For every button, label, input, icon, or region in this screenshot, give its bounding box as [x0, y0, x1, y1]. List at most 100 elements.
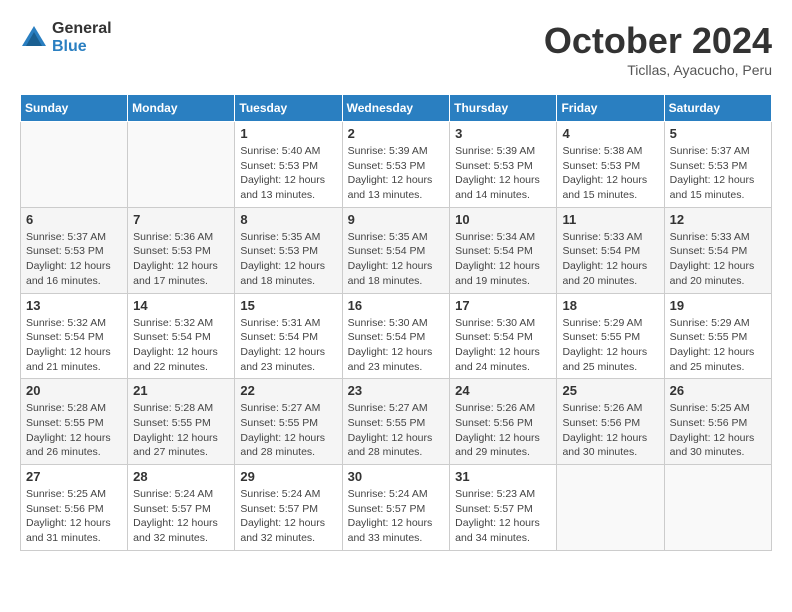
day-number: 14: [133, 298, 229, 313]
day-number: 22: [240, 383, 336, 398]
calendar-cell: 5 Sunrise: 5:37 AMSunset: 5:53 PMDaylight…: [664, 122, 771, 208]
day-info: Sunrise: 5:24 AMSunset: 5:57 PMDaylight:…: [240, 487, 336, 546]
day-info: Sunrise: 5:30 AMSunset: 5:54 PMDaylight:…: [348, 316, 445, 375]
calendar-cell: 20 Sunrise: 5:28 AMSunset: 5:55 PMDayligh…: [21, 379, 128, 465]
day-number: 30: [348, 469, 445, 484]
calendar-cell: 29 Sunrise: 5:24 AMSunset: 5:57 PMDayligh…: [235, 465, 342, 551]
day-number: 20: [26, 383, 122, 398]
day-info: Sunrise: 5:27 AMSunset: 5:55 PMDaylight:…: [240, 401, 336, 460]
day-info: Sunrise: 5:29 AMSunset: 5:55 PMDaylight:…: [670, 316, 766, 375]
day-number: 29: [240, 469, 336, 484]
day-number: 15: [240, 298, 336, 313]
day-number: 8: [240, 212, 336, 227]
day-info: Sunrise: 5:32 AMSunset: 5:54 PMDaylight:…: [133, 316, 229, 375]
logo-general: General: [52, 20, 112, 38]
day-info: Sunrise: 5:37 AMSunset: 5:53 PMDaylight:…: [26, 230, 122, 289]
calendar-cell: 3Sunrise: 5:39 AMSunset: 5:53 PMDaylight…: [450, 122, 557, 208]
day-info: Sunrise: 5:24 AMSunset: 5:57 PMDaylight:…: [348, 487, 445, 546]
day-info: Sunrise: 5:23 AMSunset: 5:57 PMDaylight:…: [455, 487, 551, 546]
day-info: Sunrise: 5:33 AMSunset: 5:54 PMDaylight:…: [670, 230, 766, 289]
day-info: Sunrise: 5:24 AMSunset: 5:57 PMDaylight:…: [133, 487, 229, 546]
calendar-cell: 4 Sunrise: 5:38 AMSunset: 5:53 PMDaylight…: [557, 122, 664, 208]
weekday-header: Friday: [557, 95, 664, 122]
logo-text: General Blue: [52, 20, 112, 55]
day-number: 5: [670, 126, 766, 141]
day-info: Sunrise: 5:28 AMSunset: 5:55 PMDaylight:…: [133, 401, 229, 460]
day-info: Sunrise: 5:39 AMSunset: 5:53 PMDaylight:…: [455, 144, 551, 203]
day-info: Sunrise: 5:39 AMSunset: 5:53 PMDaylight:…: [348, 144, 445, 203]
weekday-header: Monday: [128, 95, 235, 122]
calendar-cell: [128, 122, 235, 208]
calendar-cell: 9Sunrise: 5:35 AMSunset: 5:54 PMDaylight…: [342, 207, 450, 293]
day-number: 4: [562, 126, 658, 141]
weekday-header: Sunday: [21, 95, 128, 122]
day-info: Sunrise: 5:26 AMSunset: 5:56 PMDaylight:…: [562, 401, 658, 460]
day-number: 19: [670, 298, 766, 313]
day-info: Sunrise: 5:34 AMSunset: 5:54 PMDaylight:…: [455, 230, 551, 289]
location: Ticllas, Ayacucho, Peru: [544, 62, 772, 78]
day-number: 28: [133, 469, 229, 484]
logo-icon: [20, 24, 48, 52]
calendar-table: SundayMondayTuesdayWednesdayThursdayFrid…: [20, 94, 772, 551]
calendar-week-row: 20 Sunrise: 5:28 AMSunset: 5:55 PMDayligh…: [21, 379, 772, 465]
month-title: October 2024: [544, 20, 772, 62]
calendar-cell: 25 Sunrise: 5:26 AMSunset: 5:56 PMDayligh…: [557, 379, 664, 465]
day-number: 6: [26, 212, 122, 227]
calendar-cell: 27 Sunrise: 5:25 AMSunset: 5:56 PMDayligh…: [21, 465, 128, 551]
calendar-cell: 24Sunrise: 5:26 AMSunset: 5:56 PMDayligh…: [450, 379, 557, 465]
calendar-cell: [21, 122, 128, 208]
calendar-cell: 1 Sunrise: 5:40 AMSunset: 5:53 PMDaylight…: [235, 122, 342, 208]
day-info: Sunrise: 5:32 AMSunset: 5:54 PMDaylight:…: [26, 316, 122, 375]
day-number: 16: [348, 298, 445, 313]
calendar-cell: 21 Sunrise: 5:28 AMSunset: 5:55 PMDayligh…: [128, 379, 235, 465]
day-info: Sunrise: 5:27 AMSunset: 5:55 PMDaylight:…: [348, 401, 445, 460]
title-block: October 2024 Ticllas, Ayacucho, Peru: [544, 20, 772, 78]
day-number: 1: [240, 126, 336, 141]
calendar-cell: 23 Sunrise: 5:27 AMSunset: 5:55 PMDayligh…: [342, 379, 450, 465]
calendar-cell: 8Sunrise: 5:35 AMSunset: 5:53 PMDaylight…: [235, 207, 342, 293]
weekday-header-row: SundayMondayTuesdayWednesdayThursdayFrid…: [21, 95, 772, 122]
day-number: 23: [348, 383, 445, 398]
calendar-cell: 11Sunrise: 5:33 AMSunset: 5:54 PMDayligh…: [557, 207, 664, 293]
day-number: 26: [670, 383, 766, 398]
day-info: Sunrise: 5:31 AMSunset: 5:54 PMDaylight:…: [240, 316, 336, 375]
page-header: General Blue October 2024 Ticllas, Ayacu…: [20, 20, 772, 78]
day-number: 2: [348, 126, 445, 141]
day-number: 31: [455, 469, 551, 484]
calendar-week-row: 6 Sunrise: 5:37 AMSunset: 5:53 PMDaylight…: [21, 207, 772, 293]
calendar-cell: 28 Sunrise: 5:24 AMSunset: 5:57 PMDayligh…: [128, 465, 235, 551]
day-info: Sunrise: 5:30 AMSunset: 5:54 PMDaylight:…: [455, 316, 551, 375]
weekday-header: Tuesday: [235, 95, 342, 122]
day-info: Sunrise: 5:37 AMSunset: 5:53 PMDaylight:…: [670, 144, 766, 203]
calendar-cell: 26 Sunrise: 5:25 AMSunset: 5:56 PMDayligh…: [664, 379, 771, 465]
day-number: 27: [26, 469, 122, 484]
calendar-cell: [664, 465, 771, 551]
calendar-cell: 7Sunrise: 5:36 AMSunset: 5:53 PMDaylight…: [128, 207, 235, 293]
day-info: Sunrise: 5:28 AMSunset: 5:55 PMDaylight:…: [26, 401, 122, 460]
day-number: 24: [455, 383, 551, 398]
day-info: Sunrise: 5:25 AMSunset: 5:56 PMDaylight:…: [26, 487, 122, 546]
calendar-cell: 6 Sunrise: 5:37 AMSunset: 5:53 PMDaylight…: [21, 207, 128, 293]
day-number: 25: [562, 383, 658, 398]
calendar-cell: 14 Sunrise: 5:32 AMSunset: 5:54 PMDayligh…: [128, 293, 235, 379]
day-number: 9: [348, 212, 445, 227]
day-number: 18: [562, 298, 658, 313]
day-number: 10: [455, 212, 551, 227]
calendar-cell: 18Sunrise: 5:29 AMSunset: 5:55 PMDayligh…: [557, 293, 664, 379]
calendar-cell: 31 Sunrise: 5:23 AMSunset: 5:57 PMDayligh…: [450, 465, 557, 551]
calendar-week-row: 1 Sunrise: 5:40 AMSunset: 5:53 PMDaylight…: [21, 122, 772, 208]
day-number: 12: [670, 212, 766, 227]
weekday-header: Thursday: [450, 95, 557, 122]
day-number: 21: [133, 383, 229, 398]
day-info: Sunrise: 5:25 AMSunset: 5:56 PMDaylight:…: [670, 401, 766, 460]
day-info: Sunrise: 5:38 AMSunset: 5:53 PMDaylight:…: [562, 144, 658, 203]
day-info: Sunrise: 5:40 AMSunset: 5:53 PMDaylight:…: [240, 144, 336, 203]
calendar-cell: 15 Sunrise: 5:31 AMSunset: 5:54 PMDayligh…: [235, 293, 342, 379]
calendar-cell: 10 Sunrise: 5:34 AMSunset: 5:54 PMDayligh…: [450, 207, 557, 293]
calendar-week-row: 27 Sunrise: 5:25 AMSunset: 5:56 PMDayligh…: [21, 465, 772, 551]
calendar-cell: [557, 465, 664, 551]
calendar-cell: 12 Sunrise: 5:33 AMSunset: 5:54 PMDayligh…: [664, 207, 771, 293]
logo-blue: Blue: [52, 38, 112, 56]
day-number: 17: [455, 298, 551, 313]
calendar-cell: 16 Sunrise: 5:30 AMSunset: 5:54 PMDayligh…: [342, 293, 450, 379]
